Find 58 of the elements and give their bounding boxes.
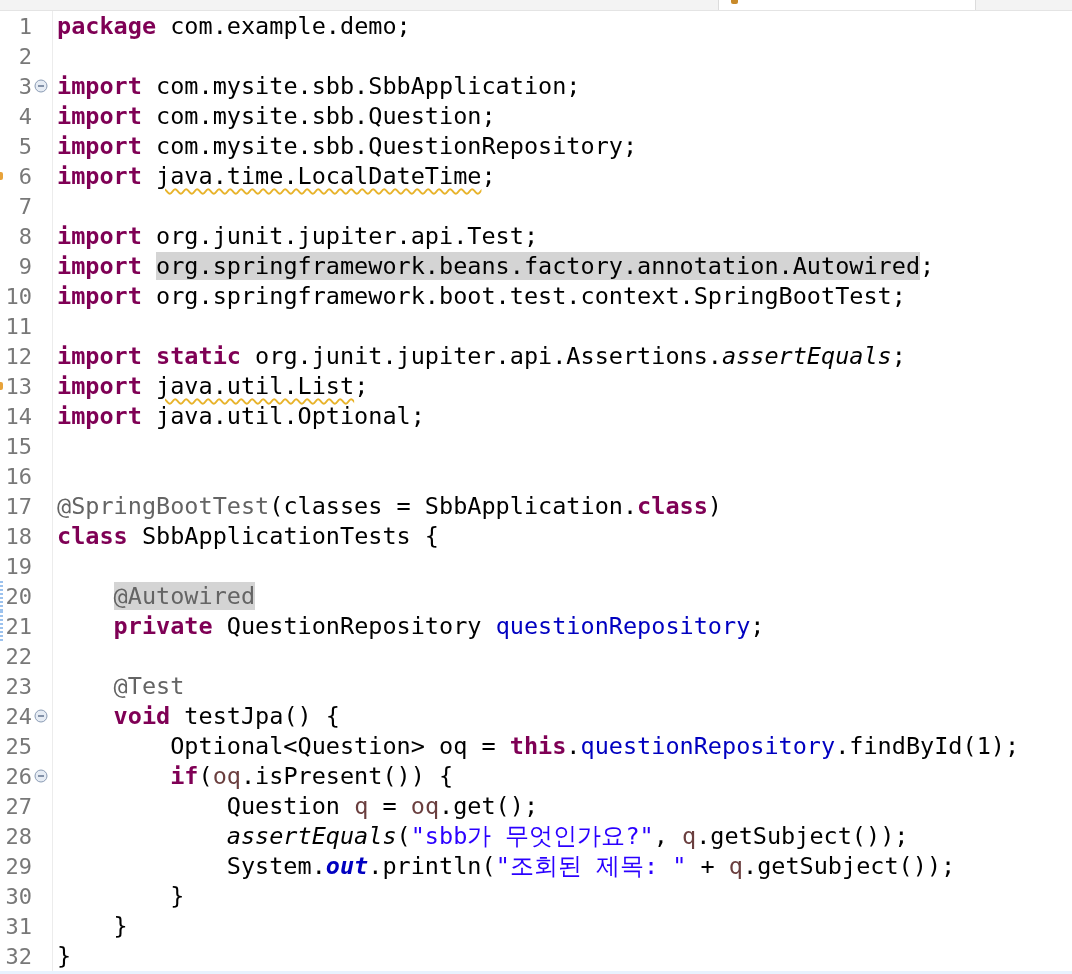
line-number: 32	[4, 943, 32, 969]
line-number: 8	[17, 223, 32, 249]
code-line: void testJpa() {	[112, 701, 340, 731]
line-number: 16	[4, 463, 32, 489]
line-number: 22	[4, 643, 32, 669]
line-number: 11	[4, 313, 32, 339]
line-number: 2	[17, 43, 32, 69]
line-number: 12	[4, 343, 32, 369]
line-number: 4	[17, 103, 32, 129]
line-number: 17	[4, 493, 32, 519]
line-number: 23	[4, 673, 32, 699]
code-line: Optional<Question> oq = this.questionRepository.findById(1);	[169, 731, 1020, 761]
line-number: 25	[4, 733, 32, 759]
line-number: 19	[4, 553, 32, 579]
line-number: 3	[17, 73, 32, 99]
code-line: }	[112, 911, 128, 941]
code-line: class SbbApplicationTests {	[56, 521, 440, 551]
line-number: 7	[17, 193, 32, 219]
line-number: 24	[4, 703, 32, 729]
code-line: private QuestionRepository questionRepository;	[112, 611, 765, 641]
code-line: @Test	[112, 671, 185, 701]
line-number: 26	[4, 763, 32, 789]
code-line: import static org.junit.jupiter.api.Assertions.assertEquals;	[56, 341, 906, 371]
line-number: 15	[4, 433, 32, 459]
line-number: 27	[4, 793, 32, 819]
line-number: 18	[4, 523, 32, 549]
line-number: 20	[4, 583, 32, 609]
code-line: }	[169, 881, 185, 911]
code-line: import com.mysite.sbb.Question;	[56, 101, 496, 131]
code-line: import org.junit.jupiter.api.Test;	[56, 221, 539, 251]
code-line: }	[56, 941, 72, 971]
line-number: 21	[4, 613, 32, 639]
line-number: 13	[4, 373, 32, 399]
code-line: import java.time.LocalDateTime;	[56, 161, 496, 191]
line-number: 6	[17, 163, 32, 189]
collapse-icon[interactable]	[34, 709, 48, 723]
code-line: Question q = oq.get();	[225, 791, 539, 821]
code-line: assertEquals("sbb가 무엇인가요?", q.getSubject());	[225, 821, 909, 851]
code-line: import java.util.List;	[56, 371, 369, 401]
line-number: 5	[17, 133, 32, 159]
collapse-icon[interactable]	[34, 769, 48, 783]
line-number: 9	[17, 253, 32, 279]
code-line: import java.util.Optional;	[56, 401, 425, 431]
code-line: import org.springframework.boot.test.context.SpringBootTest;	[56, 281, 906, 311]
line-number: 30	[4, 883, 32, 909]
code-line: System.out.println("조회된 제목: " + q.getSubject());	[225, 851, 956, 881]
collapse-icon[interactable]	[34, 79, 48, 93]
line-number: 31	[4, 913, 32, 939]
line-number: 1	[17, 13, 32, 39]
line-number: 10	[4, 283, 32, 309]
code-line: import com.mysite.sbb.QuestionRepository;	[56, 131, 638, 161]
line-number: 28	[4, 823, 32, 849]
code-line: @SpringBootTest(classes = SbbApplication.class)	[56, 491, 722, 521]
code-line: import com.mysite.sbb.SbbApplication;	[56, 71, 581, 101]
code-line: package com.example.demo;	[56, 11, 411, 41]
line-number: 14	[4, 403, 32, 429]
code-line: if(oq.isPresent()) {	[169, 761, 454, 791]
line-number: 29	[4, 853, 32, 879]
